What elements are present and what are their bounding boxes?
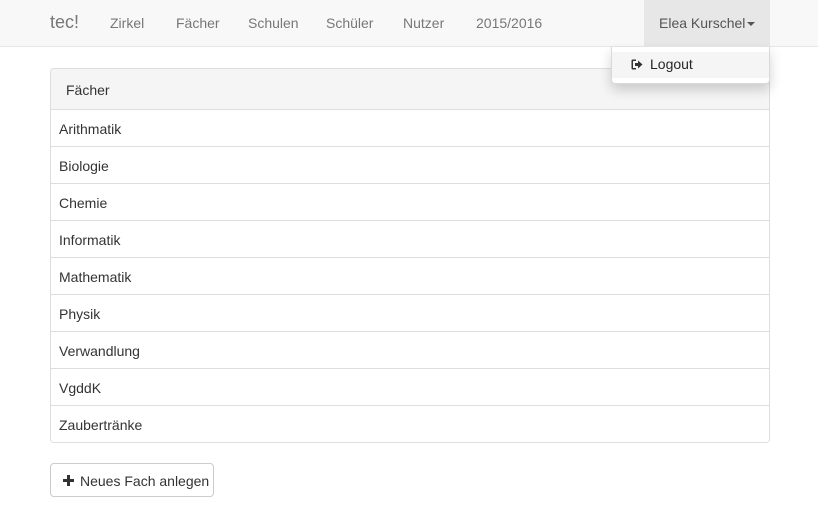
nav-link-schueler[interactable]: Schüler xyxy=(326,15,373,31)
list-item-label: Physik xyxy=(59,306,101,322)
list-item[interactable]: Arithmatik xyxy=(51,110,769,147)
nav-link-schulen[interactable]: Schulen xyxy=(248,15,299,31)
nav-link-nutzer[interactable]: Nutzer xyxy=(403,15,444,31)
list-item[interactable]: Biologie xyxy=(51,147,769,184)
list-item-label: Chemie xyxy=(59,195,108,211)
list-item-label: Arithmatik xyxy=(59,121,122,137)
list-item[interactable]: Verwandlung xyxy=(51,332,769,369)
user-dropdown-menu: Logout xyxy=(611,47,770,84)
list-item[interactable]: VgddK xyxy=(51,369,769,406)
list-item[interactable]: Zaubertränke xyxy=(51,406,769,442)
panel-title: Fächer xyxy=(66,82,110,98)
list-item[interactable]: Mathematik xyxy=(51,258,769,295)
list-item-label: VgddK xyxy=(59,380,102,396)
logout-menu-item[interactable]: Logout xyxy=(612,52,769,78)
list-item[interactable]: Informatik xyxy=(51,221,769,258)
add-subject-button[interactable]: Neues Fach anlegen xyxy=(50,463,214,497)
user-name: Elea Kurschel xyxy=(659,15,746,31)
list-item-label: Informatik xyxy=(59,232,121,248)
list-item[interactable]: Chemie xyxy=(51,184,769,221)
list-item[interactable]: Physik xyxy=(51,295,769,332)
logout-label: Logout xyxy=(650,56,693,72)
subjects-panel: Fächer Arithmatik Biologie Chemie Inform… xyxy=(50,68,770,443)
navbar: tec! Zirkel Fächer Schulen Schüler Nutze… xyxy=(0,0,818,47)
list-item-label: Biologie xyxy=(59,158,109,174)
brand-link[interactable]: tec! xyxy=(50,12,79,33)
nav-link-schoolyear[interactable]: 2015/2016 xyxy=(476,15,542,31)
list-item-label: Verwandlung xyxy=(59,343,140,359)
list-item-label: Mathematik xyxy=(59,269,132,285)
nav-link-zirkel[interactable]: Zirkel xyxy=(110,15,144,31)
plus-icon xyxy=(63,475,74,486)
add-subject-label: Neues Fach anlegen xyxy=(80,473,210,489)
logout-icon xyxy=(631,59,643,70)
caret-down-icon xyxy=(747,22,755,26)
list-item-label: Zaubertränke xyxy=(59,417,143,433)
user-menu-toggle[interactable]: Elea Kurschel xyxy=(644,0,770,47)
nav-link-faecher[interactable]: Fächer xyxy=(176,15,220,31)
